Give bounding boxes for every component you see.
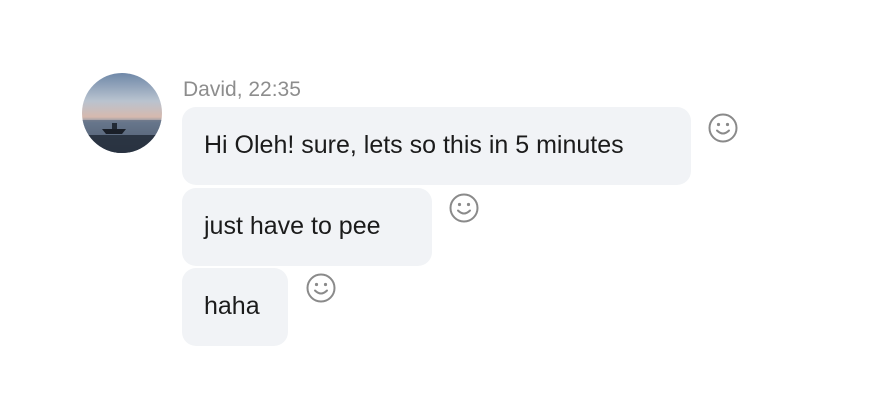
message-header: David, 22:35 [183,78,301,101]
smiley-face-icon[interactable] [707,112,739,144]
message-text: just have to pee [204,212,381,240]
avatar[interactable] [82,73,162,153]
smiley-face-icon[interactable] [448,192,480,224]
message-bubble[interactable]: just have to pee [182,188,432,266]
message-text: Hi Oleh! sure, lets so this in 5 minutes [204,131,624,159]
message-bubble[interactable]: haha [182,268,288,346]
message-bubble[interactable]: Hi Oleh! sure, lets so this in 5 minutes [182,107,691,185]
smiley-face-icon[interactable] [305,272,337,304]
message-text: haha [204,292,260,320]
avatar-photo [82,73,162,153]
